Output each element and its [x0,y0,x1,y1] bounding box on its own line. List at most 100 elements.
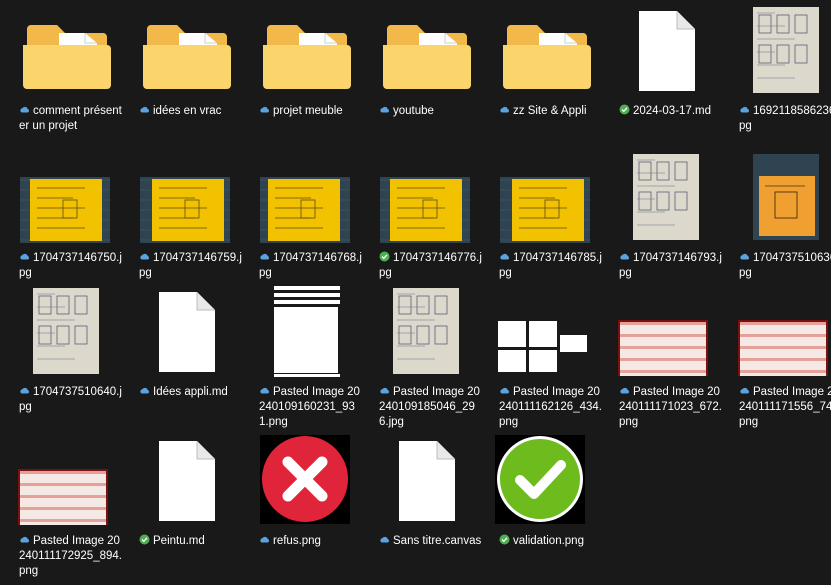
file-item[interactable]: Pasted Image 20240111171556_742.png [725,286,831,431]
file-name: Pasted Image 20240111171023_672.png [619,385,723,430]
file-item[interactable]: 1704737146768.jpg [245,152,365,297]
cloud-icon [260,536,269,543]
text-lines-image-thumbnail [274,286,340,377]
cloud-icon [380,106,389,113]
striped-image-thumbnail [618,320,708,376]
file-name-text: 1704737146750.jpg [19,252,122,279]
file-name: validation.png [499,534,603,549]
file-name: 2024-03-17.md [619,104,723,119]
file-name-text: Pasted Image 20240111172925_894.png [19,535,122,577]
file-name-text: comment présenter un projet [19,105,122,132]
file-thumbnail [615,152,715,247]
synced-check-icon [619,104,630,115]
file-name-text: 1704737146759.jpg [139,252,242,279]
file-item[interactable]: Pasted Image 20240109160231_931.png [245,286,365,431]
folder-icon [143,25,231,89]
file-item[interactable]: projet meuble [245,5,365,150]
file-item[interactable]: 1704737146759.jpg [125,152,245,297]
cloud-icon [20,253,29,260]
file-thumbnail [135,286,235,381]
file-item[interactable]: zz Site & Appli [485,5,605,150]
cloud-icon [260,387,269,394]
file-name: comment présenter un projet [19,104,123,134]
file-item[interactable]: 1704737510640.jpg [5,286,125,431]
file-thumbnail [495,5,595,100]
file-item[interactable]: youtube [365,5,485,150]
document-icon [159,441,215,521]
file-item[interactable]: 1704737146750.jpg [5,152,125,297]
file-item[interactable]: validation.png [485,435,605,580]
folder-icon [23,25,111,89]
sticky-note-photo-thumbnail [380,177,470,243]
file-name-text: 1704737146768.jpg [259,252,362,279]
cloud-icon [740,253,749,260]
file-thumbnail [735,5,831,100]
file-thumbnail [135,5,235,100]
file-name-text: Peintu.md [153,535,205,547]
folder-icon [263,25,351,89]
file-name-text: 1704737146785.jpg [499,252,602,279]
file-thumbnail [615,286,715,381]
file-name-text: Pasted Image 20240111162126_434.png [499,386,602,428]
file-thumbnail [375,152,475,247]
file-name: youtube [379,104,483,119]
sticky-note-photo-thumbnail [260,177,350,243]
file-name-text: 1704737146793.jpg [619,252,722,279]
file-name: refus.png [259,534,363,549]
file-thumbnail [495,152,595,247]
file-name-text: Idées appli.md [153,386,228,398]
file-item[interactable]: 2024-03-17.md [605,5,725,150]
document-icon [639,11,695,91]
file-item[interactable]: 1692118586236.jpg [725,5,831,150]
file-item[interactable]: Pasted Image 20240111171023_672.png [605,286,725,431]
file-item[interactable]: refus.png [245,435,365,580]
file-name: 1704737510636.jpg [739,251,831,281]
file-thumbnail [255,286,355,381]
file-thumbnail [615,5,715,100]
file-name: 1692118586236.jpg [739,104,831,134]
folder-icon [383,25,471,89]
file-thumbnail [375,5,475,100]
file-name-text: Pasted Image 20240109185046_296.jpg [379,386,480,428]
cloud-icon [380,536,389,543]
cloud-icon [740,387,749,394]
sketch-photo-thumbnail [393,288,459,374]
file-item[interactable]: comment présenter un projet [5,5,125,150]
file-item[interactable]: 1704737146793.jpg [605,152,725,297]
file-item[interactable]: Pasted Image 20240109185046_296.jpg [365,286,485,431]
file-item[interactable]: 1704737510636.jpg [725,152,831,297]
file-item[interactable]: Pasted Image 20240111172925_894.png [5,435,125,580]
sticky-note-photo-thumbnail [140,177,230,243]
cloud-icon [740,106,749,113]
file-item[interactable]: 1704737146785.jpg [485,152,605,297]
cloud-icon [500,106,509,113]
file-item[interactable]: idées en vrac [125,5,245,150]
file-item[interactable]: Sans titre.canvas [365,435,485,580]
file-item[interactable]: Peintu.md [125,435,245,580]
cloud-icon [140,253,149,260]
cloud-icon [380,387,389,394]
file-item[interactable]: Idées appli.md [125,286,245,431]
file-name-text: Pasted Image 20240109160231_931.png [259,386,360,428]
file-name-text: Pasted Image 20240111171023_672.png [619,386,722,428]
file-thumbnail [735,286,831,381]
file-name: Pasted Image 20240111171556_742.png [739,385,831,430]
file-name: 1704737146750.jpg [19,251,123,281]
file-thumbnail [15,435,115,530]
file-item[interactable]: 1704737146776.jpg [365,152,485,297]
file-name: Idées appli.md [139,385,243,400]
cloud-icon [500,253,509,260]
sketch-photo-thumbnail [33,288,99,374]
document-icon [159,292,215,372]
file-name-text: 2024-03-17.md [633,105,711,117]
file-name: Pasted Image 20240109185046_296.jpg [379,385,483,430]
file-item[interactable]: Pasted Image 20240111162126_434.png [485,286,605,431]
cloud-icon [20,536,29,543]
synced-check-icon [139,534,150,545]
file-name-text: zz Site & Appli [513,105,587,117]
refus-cross-icon [260,435,350,524]
synced-check-icon [499,534,510,545]
file-name-text: 1692118586236.jpg [739,105,831,132]
file-thumbnail [135,435,235,530]
file-name-text: 1704737510640.jpg [19,386,122,413]
